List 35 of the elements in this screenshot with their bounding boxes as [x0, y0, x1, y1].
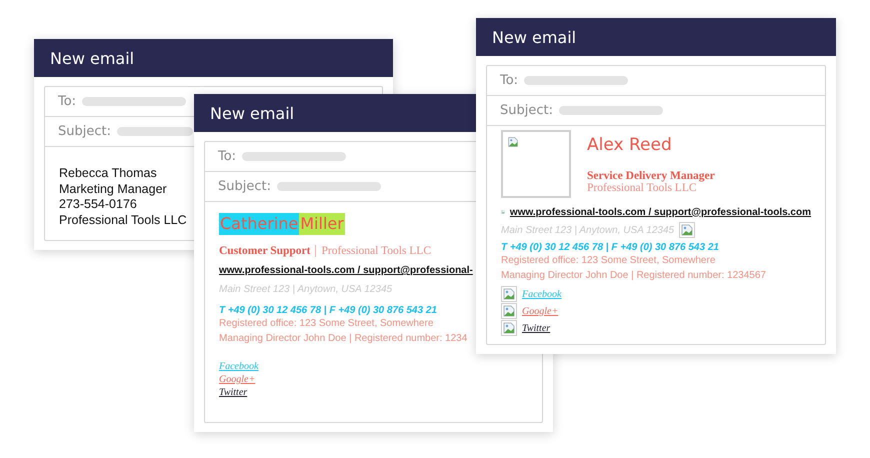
- field-label: Subject:: [218, 179, 271, 194]
- broken-image-icon: [501, 303, 517, 319]
- name-text: Miller: [299, 213, 345, 235]
- social-link[interactable]: Twitter: [522, 322, 550, 334]
- window-title: New email: [210, 104, 294, 122]
- phone-text: T +49 (0) 30 12 456 78 | F +49 (0) 30 876 543 21: [501, 242, 719, 253]
- broken-image-icon: [501, 320, 517, 336]
- broken-image-icon: [506, 135, 520, 149]
- field-label: To:: [500, 73, 518, 88]
- broken-image-icon: [679, 222, 696, 238]
- name-text: Catherine: [219, 213, 300, 235]
- website-link[interactable]: www.professional-tools.com / support@professional-: [219, 265, 473, 276]
- role-text: Service Delivery Manager: [587, 170, 715, 182]
- social-link[interactable]: Twitter: [219, 386, 248, 399]
- role-text: Customer Support: [219, 245, 310, 257]
- company-text: Professional Tools LLC: [587, 182, 698, 194]
- signature-line: Marketing Manager: [59, 182, 167, 197]
- phone-text: T +49 (0) 30 12 456 78 | F +49 (0) 30 876 543 21: [219, 305, 437, 316]
- broken-image-icon: [501, 286, 517, 302]
- director-text: Managing Director John Doe | Registered number: 1234567: [501, 269, 766, 283]
- company-text: Professional Tools LLC: [321, 245, 431, 257]
- field-label: Subject:: [500, 103, 553, 118]
- director-text: Managing Director John Doe | Registered number: 1234: [219, 332, 468, 346]
- office-text: Registered office: 123 Some Street, Somewhere: [219, 317, 434, 331]
- office-text: Registered office: 123 Some Street, Somewhere: [501, 254, 716, 268]
- field-label: To:: [218, 149, 236, 164]
- signature-line: 273-554-0176: [59, 197, 137, 212]
- website-link[interactable]: www.professional-tools.com / support@professional-tools.com: [510, 206, 811, 218]
- signature-line: Rebecca Thomas: [59, 166, 157, 182]
- name-text: Alex Reed: [587, 135, 673, 155]
- field-label: To:: [58, 94, 76, 109]
- window-title: New email: [492, 28, 576, 46]
- field-label: Subject:: [58, 124, 111, 139]
- signature-line: Professional Tools LLC: [59, 212, 187, 228]
- window-title: New email: [50, 48, 134, 68]
